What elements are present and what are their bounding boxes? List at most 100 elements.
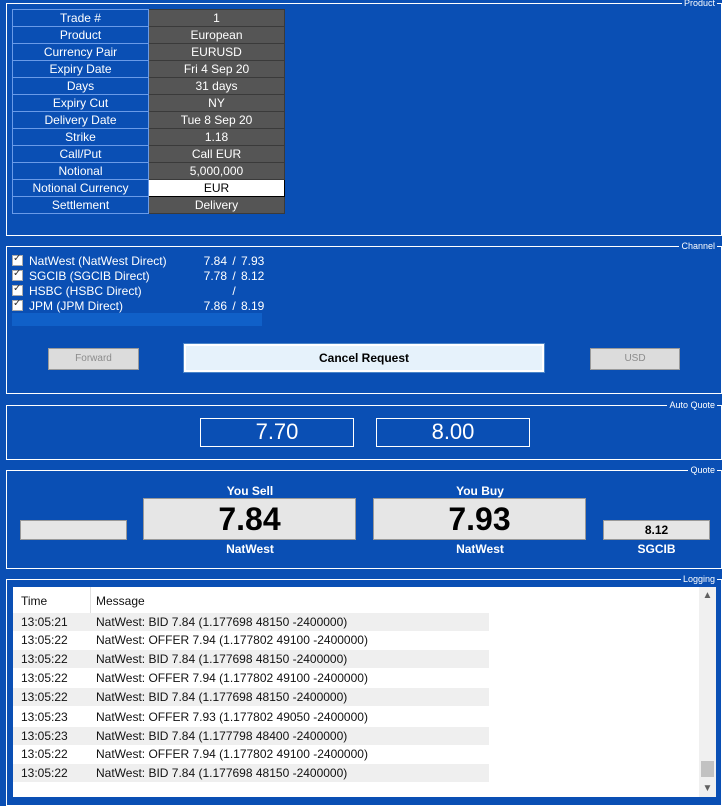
product-value[interactable]: Fri 4 Sep 20 [148, 60, 285, 78]
channel-bid: 7.78 [203, 268, 227, 283]
channel-checkbox[interactable] [12, 283, 23, 296]
product-row: Call/Put Call EUR [12, 145, 285, 163]
product-value[interactable]: 1 [148, 9, 285, 27]
channel-separator: / [232, 253, 236, 268]
channel-name: NatWest (NatWest Direct) [29, 253, 167, 268]
log-time: 13:05:22 [21, 652, 68, 666]
log-time: 13:05:22 [21, 690, 68, 704]
channel-row[interactable]: JPM (JPM Direct) 7.86 / 8.19 [12, 298, 281, 313]
you-sell-bank: NatWest [226, 542, 274, 556]
log-message: NatWest: OFFER 7.94 (1.177802 49100 -240… [96, 747, 368, 761]
product-label: Product [12, 26, 149, 44]
quote-empty-field[interactable] [20, 520, 127, 540]
channel-separator: / [232, 268, 236, 283]
product-value[interactable]: Delivery [148, 196, 285, 214]
you-sell-price: 7.84 [218, 501, 281, 537]
log-row[interactable]: 13:05:22 NatWest: BID 7.84 (1.177698 4815… [13, 764, 489, 782]
product-value[interactable]: Tue 8 Sep 20 [148, 111, 285, 129]
scroll-thumb[interactable] [701, 761, 714, 777]
product-row: Settlement Delivery [12, 196, 285, 214]
channel-ask: 8.19 [241, 298, 265, 313]
log-message: NatWest: OFFER 7.94 (1.177802 49100 -240… [96, 671, 368, 685]
log-row[interactable]: 13:05:21 NatWest: BID 7.84 (1.177698 4815… [13, 613, 489, 631]
log-row[interactable]: 13:05:22 NatWest: OFFER 7.94 (1.177802 49… [13, 631, 489, 649]
log-time: 13:05:22 [21, 766, 68, 780]
you-buy-price: 7.93 [448, 501, 511, 537]
product-row: Notional 5,000,000 [12, 162, 285, 180]
log-header: Time Message [13, 587, 489, 614]
log-row[interactable]: 13:05:23 NatWest: OFFER 7.93 (1.177802 49… [13, 708, 489, 726]
log-scrollbar[interactable]: ▲ ▼ [699, 587, 716, 797]
product-row: Expiry Cut NY [12, 94, 285, 112]
product-row: Notional Currency EUR [12, 179, 285, 197]
channel-checkbox[interactable] [12, 253, 23, 266]
log-message: NatWest: BID 7.84 (1.177698 48150 -24000… [96, 690, 348, 704]
channel-row[interactable]: NatWest (NatWest Direct) 7.84 / 7.93 [12, 253, 281, 268]
channel-panel-title: Channel [679, 240, 717, 252]
channel-checkbox[interactable] [12, 268, 23, 281]
log-message: NatWest: OFFER 7.93 (1.177802 49050 -240… [96, 710, 368, 724]
you-sell-button[interactable]: 7.84 [143, 498, 356, 540]
product-value[interactable]: 1.18 [148, 128, 285, 146]
channel-checkbox[interactable] [12, 298, 23, 311]
alt-quote-button[interactable]: 8.12 [603, 520, 710, 540]
product-row: Expiry Date Fri 4 Sep 20 [12, 60, 285, 78]
channel-separator: / [232, 298, 236, 313]
log-message: NatWest: BID 7.84 (1.177698 48150 -24000… [96, 766, 348, 780]
log-time: 13:05:23 [21, 729, 68, 743]
channel-row[interactable]: HSBC (HSBC Direct) / [12, 283, 281, 298]
channel-row[interactable]: SGCIB (SGCIB Direct) 7.78 / 8.12 [12, 268, 281, 283]
auto-quote-ask[interactable]: 8.00 [376, 418, 530, 447]
product-row: Delivery Date Tue 8 Sep 20 [12, 111, 285, 129]
channel-bid: 7.84 [203, 253, 227, 268]
product-value[interactable]: 31 days [148, 77, 285, 95]
chevron-up-icon[interactable]: ▲ [699, 587, 716, 604]
channel-ask: 7.93 [241, 253, 265, 268]
log-col-time[interactable]: Time [21, 594, 47, 608]
you-sell-label: You Sell [226, 484, 274, 498]
log-time: 13:05:22 [21, 633, 68, 647]
log-list[interactable]: Time Message 13:05:21 NatWest: BID 7.84 (… [13, 587, 716, 797]
log-message: NatWest: BID 7.84 (1.177798 48400 -24000… [96, 729, 348, 743]
log-col-divider[interactable] [90, 587, 91, 613]
alt-quote-price: 8.12 [644, 523, 669, 537]
product-value[interactable]: Call EUR [148, 145, 285, 163]
log-time: 13:05:22 [21, 671, 68, 685]
product-value[interactable]: 5,000,000 [148, 162, 285, 180]
log-row[interactable]: 13:05:22 NatWest: OFFER 7.94 (1.177802 49… [13, 669, 489, 687]
you-buy-button[interactable]: 7.93 [373, 498, 586, 540]
log-time: 13:05:23 [21, 710, 68, 724]
forward-button[interactable]: Forward [48, 348, 139, 370]
log-time: 13:05:21 [21, 615, 68, 629]
you-buy-label: You Buy [456, 484, 504, 498]
product-label: Currency Pair [12, 43, 149, 61]
product-value[interactable]: EURUSD [148, 43, 285, 61]
product-value[interactable]: NY [148, 94, 285, 112]
log-col-message[interactable]: Message [96, 594, 145, 608]
log-row[interactable]: 13:05:23 NatWest: BID 7.84 (1.177798 4840… [13, 727, 489, 745]
product-label: Settlement [12, 196, 149, 214]
log-row[interactable]: 13:05:22 NatWest: OFFER 7.94 (1.177802 49… [13, 745, 489, 763]
channel-name: HSBC (HSBC Direct) [29, 283, 142, 298]
product-row: Product European [12, 26, 285, 44]
product-row: Strike 1.18 [12, 128, 285, 146]
cancel-request-button[interactable]: Cancel Request [183, 343, 545, 373]
product-label: Expiry Cut [12, 94, 149, 112]
product-value[interactable]: European [148, 26, 285, 44]
usd-button[interactable]: USD [590, 348, 680, 370]
product-label: Trade # [12, 9, 149, 27]
log-row[interactable]: 13:05:22 NatWest: BID 7.84 (1.177698 4815… [13, 650, 489, 668]
product-row: Days 31 days [12, 77, 285, 95]
logging-panel-title: Logging [680, 573, 717, 585]
log-row[interactable]: 13:05:22 NatWest: BID 7.84 (1.177698 4815… [13, 688, 489, 706]
log-message: NatWest: OFFER 7.94 (1.177802 49100 -240… [96, 633, 368, 647]
quote-panel-title: Quote [688, 464, 717, 476]
auto-quote-bid[interactable]: 7.70 [200, 418, 354, 447]
auto-quote-panel-title: Auto Quote [667, 399, 717, 411]
product-value[interactable]: EUR [148, 179, 285, 197]
channel-name: SGCIB (SGCIB Direct) [29, 268, 150, 283]
product-label: Notional Currency [12, 179, 149, 197]
product-label: Notional [12, 162, 149, 180]
channel-list-highlight [12, 313, 262, 326]
chevron-down-icon[interactable]: ▼ [699, 780, 716, 797]
